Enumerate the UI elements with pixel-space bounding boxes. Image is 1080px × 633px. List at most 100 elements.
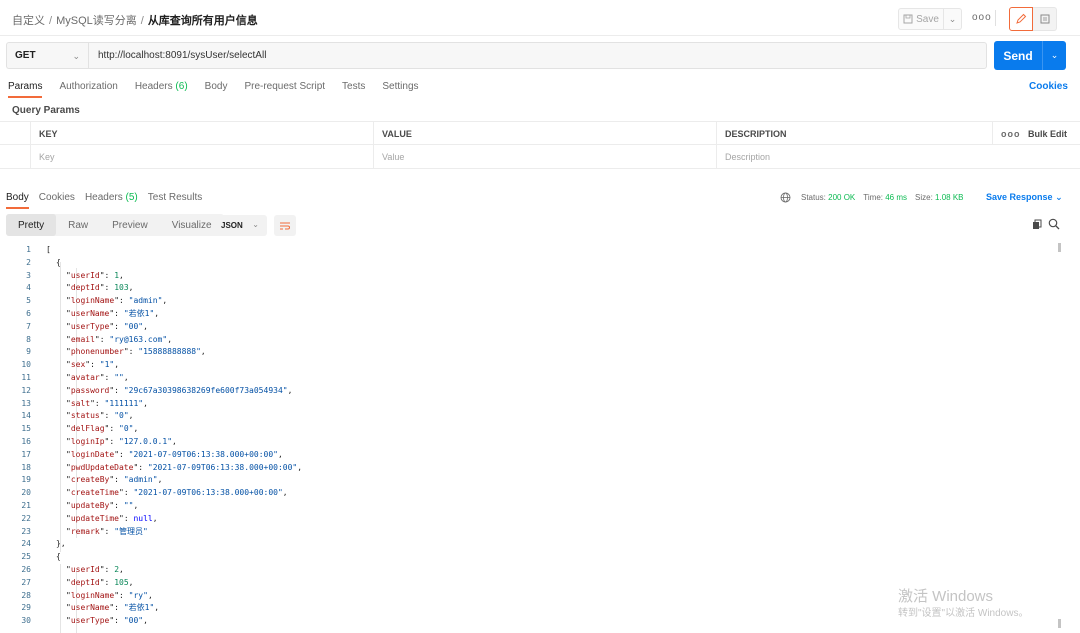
code-text: "createBy": "admin",	[66, 475, 163, 485]
table-row: Key Value Description	[0, 145, 1080, 169]
save-dropdown[interactable]: ⌄	[944, 8, 962, 30]
json-value: null	[133, 513, 153, 523]
more-actions-button[interactable]: ooo	[972, 12, 992, 23]
tab-label: Tests	[342, 81, 366, 92]
code-text: "userType": "00",	[66, 321, 148, 331]
send-dropdown[interactable]: ⌄	[1042, 41, 1066, 70]
line-number: 10	[21, 360, 31, 370]
param-value-input[interactable]: Value	[373, 145, 716, 168]
size-value: 1.08 KB	[935, 193, 964, 202]
code-text: "status": "0",	[66, 411, 134, 421]
tab-headers[interactable]: Headers (6)	[135, 81, 188, 98]
code-line: 17 "loginDate": "2021-07-09T06:13:38.000+…	[0, 449, 1080, 462]
raw-button[interactable]: Raw	[56, 214, 100, 236]
json-value: ry	[133, 590, 144, 600]
chevron-down-icon: ⌄	[72, 51, 80, 61]
code-text: },	[56, 538, 66, 551]
cookies-link[interactable]: Cookies	[1029, 81, 1068, 92]
copy-icon[interactable]	[1032, 219, 1042, 230]
more-columns-button[interactable]: ooo	[992, 122, 1020, 145]
code-text: {	[56, 551, 61, 564]
documentation-button[interactable]	[1033, 7, 1057, 31]
code-line: 24},	[0, 538, 1080, 551]
param-key-input[interactable]: Key	[30, 145, 373, 168]
code-text: "deptId": 103,	[66, 283, 134, 293]
json-value: ry@163.com	[114, 334, 163, 344]
search-icon[interactable]	[1048, 218, 1060, 230]
bracket: {	[56, 552, 61, 562]
line-number: 14	[21, 411, 31, 421]
scrollbar-thumb[interactable]	[1058, 619, 1061, 628]
json-key: deptId	[70, 577, 100, 587]
json-key: loginDate	[70, 449, 115, 459]
line-number: 28	[21, 590, 31, 600]
code-line: 13 "salt": "111111",	[0, 398, 1080, 411]
method-select[interactable]: GET ⌄	[6, 42, 88, 69]
line-number: 26	[21, 564, 31, 574]
code-line: 1[	[0, 244, 1080, 257]
line-number: 24	[21, 539, 31, 549]
json-key: salt	[70, 398, 91, 408]
pretty-button[interactable]: Pretty	[6, 214, 57, 236]
breadcrumb-item-collection[interactable]: 自定义	[12, 15, 45, 27]
code-line: 9 "phonenumber": "15888888888",	[0, 346, 1080, 359]
bulk-edit-button[interactable]: Bulk Edit	[1020, 122, 1080, 145]
save-button[interactable]: Save	[898, 8, 944, 30]
tab-params[interactable]: Params	[8, 81, 43, 98]
json-value: 2021-07-09T06:13:38.000+00:00	[133, 449, 274, 459]
tab-settings[interactable]: Settings	[382, 81, 418, 98]
line-number: 2	[26, 257, 31, 267]
line-number: 11	[21, 372, 31, 382]
line-number: 17	[21, 449, 31, 459]
tab-response-cookies[interactable]: Cookies	[39, 192, 75, 209]
code-line: 11 "avatar": "",	[0, 372, 1080, 385]
code-text: "userName": "若依1",	[66, 308, 160, 318]
tab-response-headers[interactable]: Headers (5)	[85, 192, 138, 209]
preview-button[interactable]: Preview	[100, 214, 160, 236]
line-number: 20	[21, 488, 31, 498]
tab-count: (6)	[175, 81, 188, 92]
json-value: 103	[114, 283, 129, 293]
tab-label: Authorization	[59, 81, 118, 92]
save-icon	[903, 14, 913, 24]
tab-body[interactable]: Body	[205, 81, 228, 98]
json-value: 00	[128, 616, 139, 626]
json-key: updateTime	[70, 513, 119, 523]
response-body-editor[interactable]: 1[2{3 "userId": 1, 4 "deptId": 103, 5 "loginN…	[0, 244, 1080, 633]
json-key: userId	[70, 564, 100, 574]
code-text: "email": "ry@163.com",	[66, 334, 173, 344]
breadcrumb-item-folder[interactable]: MySQL读写分离	[56, 15, 137, 27]
json-key: password	[70, 385, 110, 395]
code-text: "loginDate": "2021-07-09T06:13:38.000+00…	[66, 449, 283, 459]
tab-response-body[interactable]: Body	[6, 192, 29, 209]
wrap-lines-button[interactable]	[274, 215, 296, 236]
save-response-button[interactable]: Save Response ⌄	[986, 192, 1063, 203]
line-number: 1	[26, 245, 31, 254]
code-text: "userType": "00",	[66, 616, 148, 626]
bracket: },	[56, 539, 66, 549]
tab-authorization[interactable]: Authorization	[59, 81, 117, 98]
language-select[interactable]: JSON ⌄	[212, 215, 267, 236]
bracket: {	[56, 257, 61, 267]
line-number: 18	[21, 462, 31, 472]
response-tabs: Body Cookies Headers (5) Test Results	[6, 192, 212, 209]
tab-pre-request-script[interactable]: Pre-request Script	[244, 81, 325, 98]
code-line: 15 "delFlag": "0",	[0, 423, 1080, 436]
send-button[interactable]: Send	[994, 41, 1042, 70]
code-line: 20 "createTime": "2021-07-09T06:13:38.000…	[0, 487, 1080, 500]
tab-test-results[interactable]: Test Results	[148, 192, 202, 209]
tab-tests[interactable]: Tests	[342, 81, 365, 98]
json-value: 1	[114, 270, 120, 280]
wrap-icon	[280, 222, 290, 229]
param-description-input[interactable]: Description	[716, 145, 992, 168]
json-value: 29c67a30398638269fe600f73a054934	[128, 385, 283, 395]
scrollbar-thumb[interactable]	[1058, 243, 1061, 252]
activation-watermark-title: 激活 Windows	[898, 588, 994, 605]
bracket: [	[46, 245, 51, 254]
code-line: 3 "userId": 1,	[0, 270, 1080, 283]
edit-mode-button[interactable]	[1009, 7, 1033, 31]
breadcrumb-separator: /	[140, 15, 144, 27]
request-name[interactable]: 从库查询所有用户信息	[148, 15, 258, 27]
tab-label: Headers	[134, 81, 173, 92]
url-input[interactable]: http://localhost:8091/sysUser/selectAll	[88, 42, 987, 69]
